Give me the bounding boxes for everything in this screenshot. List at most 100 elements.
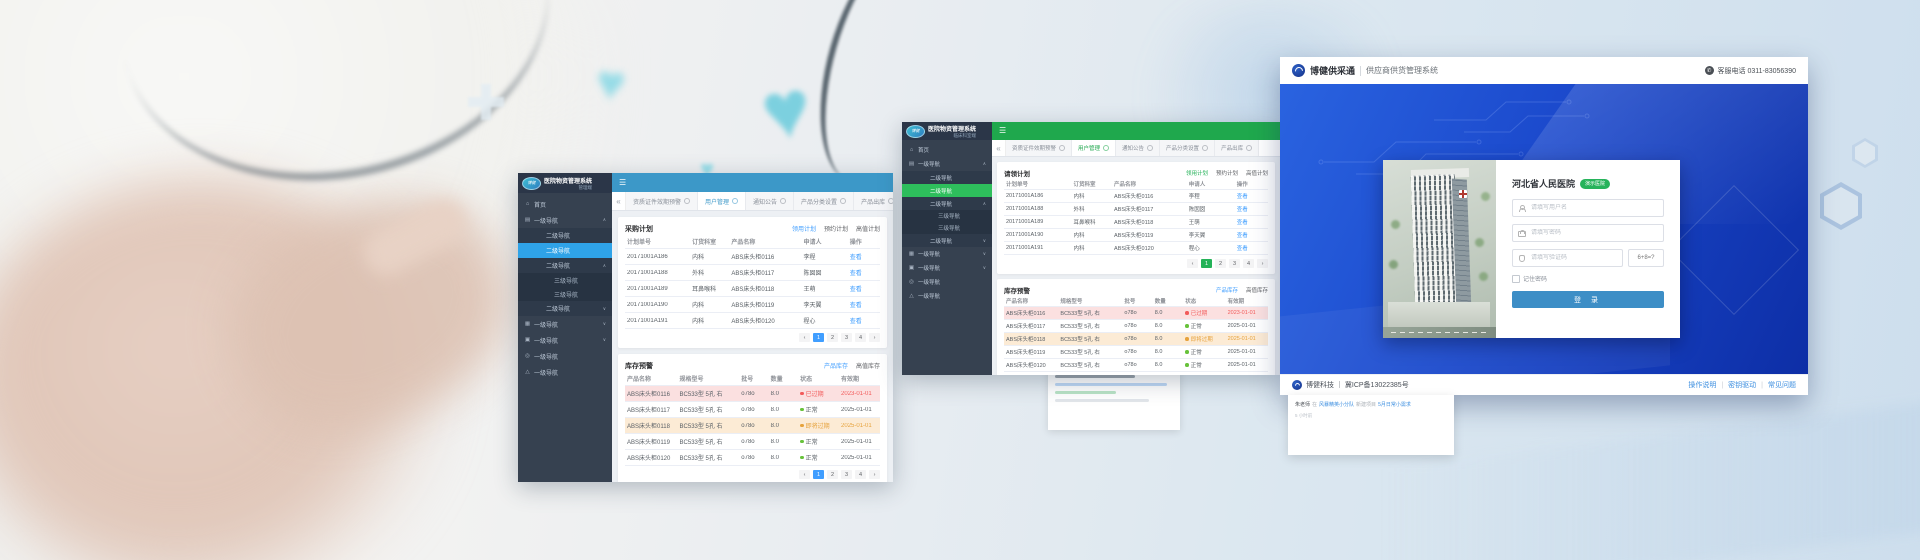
tab[interactable]: 用户管理 bbox=[1072, 140, 1116, 156]
view-link[interactable]: 查看 bbox=[1235, 192, 1268, 200]
remember-checkbox[interactable] bbox=[1512, 275, 1520, 283]
sidebar-item[interactable]: ▤ 一级导航 ∧ bbox=[902, 157, 992, 171]
tab[interactable]: 通知公告 bbox=[746, 192, 794, 210]
password-input[interactable] bbox=[1529, 229, 1658, 237]
table-row: ABS床头柜0120 BC533型 5孔 右 o78o 8.0 正常 2025-… bbox=[1004, 359, 1268, 372]
plan-link[interactable]: 领用计划 bbox=[1186, 169, 1208, 177]
tab[interactable]: 资质证件效期预警 bbox=[626, 192, 698, 210]
tab[interactable]: 用户管理 bbox=[698, 192, 746, 210]
sidebar-item[interactable]: ◎ 一级导航 bbox=[902, 275, 992, 289]
footer-link[interactable]: 常见问题 bbox=[1756, 380, 1796, 390]
page-button[interactable]: 2 bbox=[827, 470, 838, 479]
sidebar-item[interactable]: 二级导航 ∨ bbox=[518, 301, 612, 316]
table-row: ABS床头柜0117 BC533型 5孔 右 o78o 8.0 正常 2025-… bbox=[625, 402, 880, 418]
page-button[interactable]: 1 bbox=[813, 333, 824, 342]
tab[interactable]: 产品分类设置 bbox=[794, 192, 854, 210]
page-button[interactable]: 3 bbox=[841, 333, 852, 342]
sidebar-item[interactable]: 二级导航 bbox=[902, 171, 992, 184]
table-row: ABS床头柜0118 BC533型 5孔 右 o78o 8.0 即将过期 202… bbox=[1004, 333, 1268, 346]
page-button[interactable]: 1 bbox=[813, 470, 824, 479]
qty-cell: 8.0 bbox=[1153, 323, 1183, 329]
sidebar-item[interactable]: 三级导航 bbox=[902, 222, 992, 234]
sidebar-item[interactable]: 二级导航 bbox=[902, 184, 992, 197]
tab[interactable]: 资质证件效期预警 bbox=[1006, 140, 1072, 156]
page-button[interactable]: 4 bbox=[855, 470, 866, 479]
sidebar-item[interactable]: ▦ 一级导航 ∨ bbox=[902, 247, 992, 261]
footer-company-text: 博健科技 ｜ 冀ICP备13022385号 bbox=[1306, 380, 1409, 390]
sidebar-item[interactable]: 三级导航 bbox=[518, 273, 612, 287]
sidebar-item[interactable]: 二级导航 bbox=[518, 228, 612, 243]
page-button[interactable]: 2 bbox=[1215, 259, 1226, 268]
sidebar-menu: ⌂ 首页 ▤ 一级导航 ∧ 二级导航 二级导航 二级导航 bbox=[518, 193, 612, 380]
hamburger-icon[interactable]: ☰ bbox=[619, 179, 626, 187]
menu-label: 一级导航 bbox=[918, 160, 980, 168]
sidebar-item[interactable]: 二级导航 bbox=[518, 243, 612, 258]
tabs-collapse-icon[interactable]: « bbox=[612, 192, 626, 210]
page-button[interactable]: › bbox=[869, 470, 880, 479]
view-link[interactable]: 查看 bbox=[848, 300, 880, 309]
tabs: 资质证件效期预警 用户管理 通知公告 产品分类设置 产品出库 bbox=[1006, 140, 1259, 156]
page-button[interactable]: › bbox=[869, 333, 880, 342]
table-body: 20171001A186 内科 ABS床头柜0116 李程 查看 2017100… bbox=[1004, 190, 1268, 255]
inventory-link[interactable]: 产品库存 bbox=[824, 361, 848, 370]
sidebar-item[interactable]: ▣ 一级导航 ∨ bbox=[518, 332, 612, 348]
page-button[interactable]: › bbox=[1257, 259, 1268, 268]
captcha-input[interactable] bbox=[1529, 254, 1617, 262]
login-button[interactable]: 登 录 bbox=[1512, 291, 1664, 308]
view-link[interactable]: 查看 bbox=[1235, 231, 1268, 239]
tab[interactable]: 产品出库 bbox=[1215, 140, 1259, 156]
page-button[interactable]: ‹ bbox=[1187, 259, 1198, 268]
tab[interactable]: 产品分类设置 bbox=[1160, 140, 1215, 156]
footer-link[interactable]: 密钥驱动 bbox=[1716, 380, 1756, 390]
view-link[interactable]: 查看 bbox=[848, 316, 880, 325]
view-link[interactable]: 查看 bbox=[1235, 244, 1268, 252]
product-cell: ABS床头柜0118 bbox=[1112, 218, 1187, 226]
plan-link[interactable]: 领用计划 bbox=[792, 224, 816, 233]
product-cell: ABS床头柜0120 bbox=[1112, 244, 1187, 252]
sidebar-item[interactable]: 二级导航 ∧ bbox=[518, 258, 612, 273]
inventory-link[interactable]: 产品库存 bbox=[1216, 286, 1238, 294]
sidebar-item[interactable]: 二级导航 ∧ bbox=[902, 197, 992, 210]
qty-cell: 8.0 bbox=[769, 423, 798, 429]
plan-link[interactable]: 预约计划 bbox=[824, 224, 848, 233]
inventory-link[interactable]: 高值库存 bbox=[1246, 286, 1268, 294]
page-button[interactable]: 3 bbox=[841, 470, 852, 479]
tab[interactable]: 产品出库 bbox=[854, 192, 893, 210]
sidebar-item[interactable]: ◎ 一级导航 bbox=[518, 348, 612, 364]
footer-link[interactable]: 操作说明 bbox=[1688, 380, 1716, 390]
sidebar-item[interactable]: ⌂ 首页 bbox=[518, 196, 612, 212]
inventory-link[interactable]: 高值库存 bbox=[856, 361, 880, 370]
page-button[interactable]: ‹ bbox=[799, 333, 810, 342]
plan-link[interactable]: 高值计划 bbox=[1246, 169, 1268, 177]
sidebar-item[interactable]: △ 一级导航 bbox=[902, 289, 992, 303]
sidebar-item[interactable]: 二级导航 ∨ bbox=[902, 234, 992, 247]
page-button[interactable]: ‹ bbox=[799, 470, 810, 479]
page-button[interactable]: 4 bbox=[855, 333, 866, 342]
tabs-collapse-icon[interactable]: « bbox=[992, 140, 1006, 156]
page-button[interactable]: 3 bbox=[1229, 259, 1240, 268]
username-input[interactable] bbox=[1529, 204, 1658, 212]
sidebar-item[interactable]: ▤ 一级导航 ∧ bbox=[518, 212, 612, 228]
sidebar-item[interactable]: ▦ 一级导航 ∨ bbox=[518, 316, 612, 332]
view-link[interactable]: 查看 bbox=[848, 252, 880, 261]
view-link[interactable]: 查看 bbox=[1235, 205, 1268, 213]
page-button[interactable]: 2 bbox=[827, 333, 838, 342]
sidebar-item[interactable]: ▣ 一级导航 ∨ bbox=[902, 261, 992, 275]
sidebar-item[interactable]: 三级导航 bbox=[902, 210, 992, 222]
view-link[interactable]: 查看 bbox=[848, 284, 880, 293]
menu-label: 一级导航 bbox=[918, 250, 980, 258]
captcha-question[interactable]: 6+8=? bbox=[1628, 249, 1664, 267]
plan-link[interactable]: 高值计划 bbox=[856, 224, 880, 233]
hospital-row: 河北省人民医院 演示医院 bbox=[1512, 177, 1664, 190]
view-link[interactable]: 查看 bbox=[1235, 218, 1268, 226]
page-button[interactable]: 1 bbox=[1201, 259, 1212, 268]
page-button[interactable]: 4 bbox=[1243, 259, 1254, 268]
sidebar-item[interactable]: ⌂ 首页 bbox=[902, 143, 992, 157]
plan-link[interactable]: 预约计划 bbox=[1216, 169, 1238, 177]
tab[interactable]: 通知公告 bbox=[1116, 140, 1160, 156]
hamburger-icon[interactable]: ☰ bbox=[999, 127, 1006, 135]
qty-cell: 8.0 bbox=[1153, 362, 1183, 368]
sidebar-item[interactable]: 三级导航 bbox=[518, 287, 612, 301]
sidebar-item[interactable]: △ 一级导航 bbox=[518, 364, 612, 380]
view-link[interactable]: 查看 bbox=[848, 268, 880, 277]
